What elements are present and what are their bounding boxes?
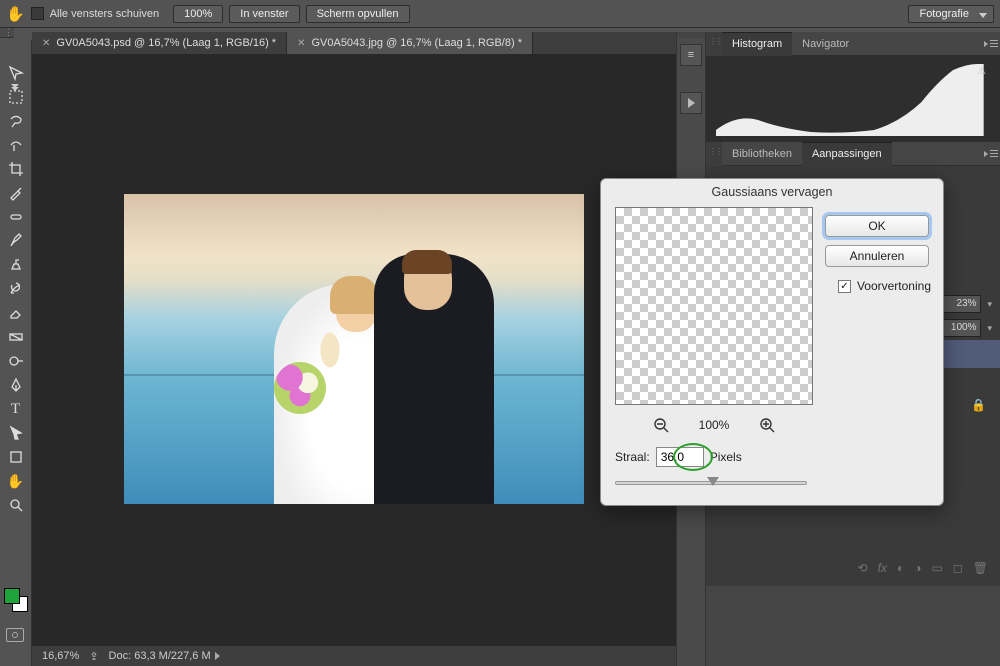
healing-brush-tool-icon[interactable] [2,206,30,228]
dialog-title: Gaussiaans vervagen [601,179,943,205]
scroll-all-windows-label: Alle vensters schuiven [50,8,159,20]
histogram-warning-icon[interactable]: ⚠ [977,66,986,77]
trash-icon[interactable]: 🗑 [973,561,988,575]
gradient-tool-icon[interactable] [2,326,30,348]
zoom-in-icon[interactable] [757,415,777,435]
document-tab[interactable]: ✕ GV0A5043.jpg @ 16,7% (Laag 1, RGB/8) * [287,32,533,54]
close-icon[interactable]: ✕ [42,38,50,49]
clone-stamp-tool-icon[interactable] [2,254,30,276]
workspace-dropdown[interactable]: Fotografie [908,5,994,23]
canvas-area[interactable] [32,54,676,646]
hand-tool-icon-2[interactable]: ✋ [2,470,30,492]
quick-select-tool-icon[interactable] [2,134,30,156]
document-tab-title: GV0A5043.psd @ 16,7% (Laag 1, RGB/16) * [56,37,276,49]
opacity-value[interactable]: 23% [937,295,981,313]
zoom-tool-icon[interactable] [2,494,30,516]
radius-row: Straal: Pixels [615,447,931,467]
panel-menu-icon[interactable] [982,32,1000,56]
quick-mask-icon[interactable] [6,628,24,642]
brush-tool-icon[interactable] [2,230,30,252]
scroll-all-windows-checkbox[interactable] [31,7,44,20]
document-tab-title: GV0A5043.jpg @ 16,7% (Laag 1, RGB/8) * [311,37,522,49]
tool-panel-grip[interactable] [0,28,14,38]
group-icon[interactable]: ▭ [931,561,942,575]
type-tool-icon[interactable]: T [2,398,30,420]
chevron-down-icon[interactable] [987,298,992,310]
tab-navigator[interactable]: Navigator [792,32,859,56]
preview-checkbox[interactable]: ✓ [838,280,851,293]
radius-label: Straal: [615,450,650,464]
radius-unit: Pixels [710,450,742,464]
slider-thumb-icon[interactable] [707,477,719,486]
fill-screen-button[interactable]: Scherm opvullen [306,5,410,23]
panel-menu-icon[interactable] [982,142,1000,166]
dodge-tool-icon[interactable] [2,350,30,372]
preview-checkbox-label: Voorvertoning [857,279,931,293]
zoom-out-icon[interactable] [651,415,671,435]
shape-tool-icon[interactable] [2,446,30,468]
new-layer-icon[interactable]: ◻ [953,561,963,575]
path-select-tool-icon[interactable] [2,422,30,444]
hand-tool-icon: ✋ [6,5,25,23]
tools-expand-icon[interactable] [10,84,20,92]
panel-grip[interactable] [706,32,722,56]
radius-slider[interactable] [615,475,807,491]
crop-tool-icon[interactable] [2,158,30,180]
zoom-100-button[interactable]: 100% [173,5,223,23]
fill-value[interactable]: 100% [937,319,981,337]
histogram-panel: ⚠ [706,56,1000,142]
chevron-down-icon[interactable] [987,322,992,334]
eraser-tool-icon[interactable] [2,302,30,324]
preview-zoom-controls: 100% [615,415,813,435]
options-bar: ✋ Alle vensters schuiven 100% In venster… [0,0,1000,28]
properties-icon[interactable]: ≡ [680,44,702,66]
preview-checkbox-row: ✓ Voorvertoning [838,279,931,293]
panel-header: Histogram Navigator [706,32,1000,56]
tools-panel: T ✋ [0,40,32,666]
close-icon[interactable]: ✕ [297,38,305,49]
document-tab[interactable]: ✕ GV0A5043.psd @ 16,7% (Laag 1, RGB/16) … [32,32,287,54]
document-image [124,194,584,504]
zoom-level[interactable]: 16,67% [42,650,79,662]
fit-window-button[interactable]: In venster [229,5,299,23]
document-tabs: ✕ GV0A5043.psd @ 16,7% (Laag 1, RGB/16) … [32,32,676,54]
panel-header: Bibliotheken Aanpassingen [706,142,1000,166]
tab-libraries[interactable]: Bibliotheken [722,142,802,166]
tab-adjustments[interactable]: Aanpassingen [802,142,892,166]
blur-preview[interactable] [615,207,813,405]
foreground-swatch[interactable] [4,588,20,604]
share-icon[interactable]: ⇪ [89,650,98,663]
status-bar: 16,67% ⇪ Doc: 63,3 M/227,6 M [32,646,676,666]
ok-button[interactable]: OK [825,215,929,237]
doc-size-display[interactable]: Doc: 63,3 M/227,6 M [109,650,220,662]
tab-histogram[interactable]: Histogram [722,32,792,56]
adjustment-layer-icon[interactable]: ◑ [914,561,921,575]
actions-play-icon[interactable] [680,92,702,114]
radius-input[interactable] [656,447,704,467]
fx-icon[interactable]: fx [878,561,887,575]
color-swatches[interactable] [4,588,28,612]
lasso-tool-icon[interactable] [2,110,30,132]
lock-icon[interactable]: 🔒 [971,398,986,412]
pen-tool-icon[interactable] [2,374,30,396]
link-icon[interactable]: ⟲ [858,561,868,575]
eyedropper-tool-icon[interactable] [2,182,30,204]
preview-zoom-level: 100% [699,418,730,432]
panel-grip[interactable] [706,142,722,166]
gaussian-blur-dialog: Gaussiaans vervagen 100% OK Annuleren ✓ … [600,178,944,506]
cancel-button[interactable]: Annuleren [825,245,929,267]
mask-icon[interactable]: ◐ [897,561,904,575]
layers-bottom-icons: ⟲ fx ◐ ◑ ▭ ◻ 🗑 [718,558,988,578]
history-brush-tool-icon[interactable] [2,278,30,300]
move-tool-icon[interactable] [2,62,30,84]
